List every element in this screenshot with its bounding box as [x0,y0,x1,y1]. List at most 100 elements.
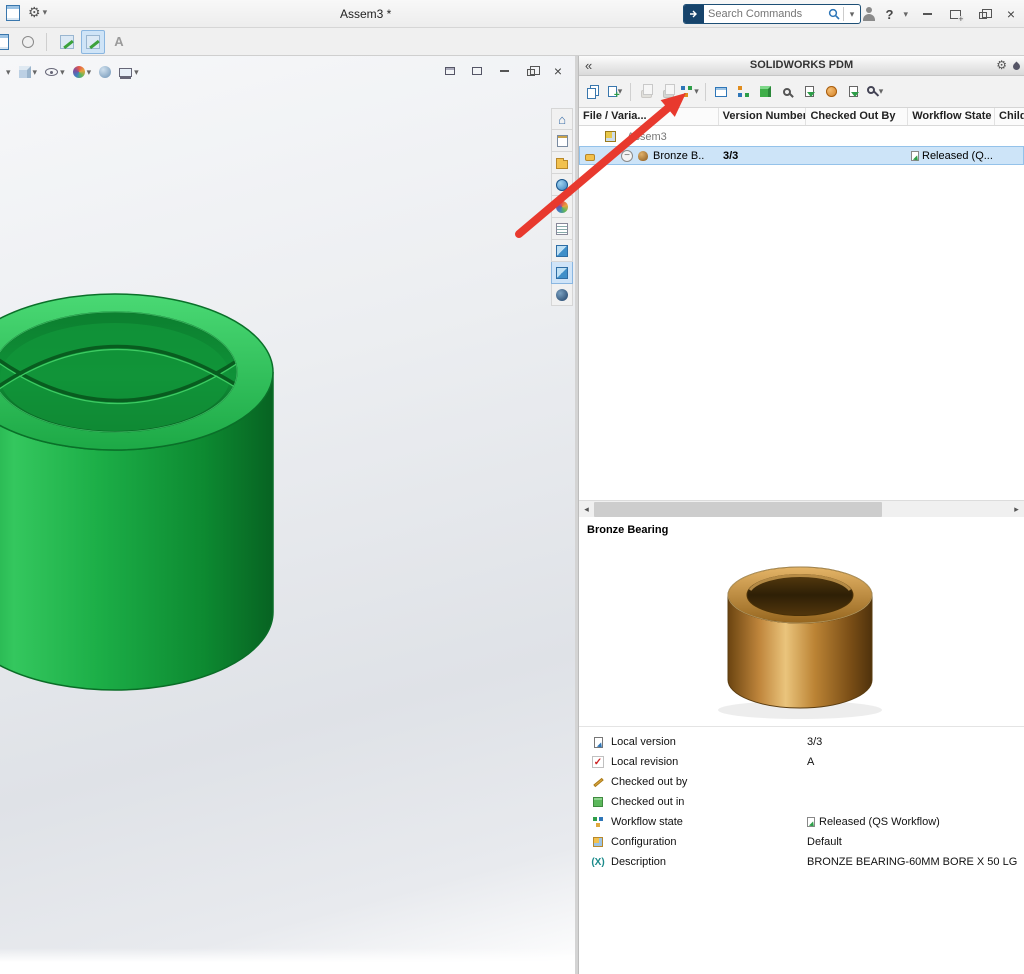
preview-button[interactable] [777,81,797,103]
detail-value: 3/3 [807,736,822,748]
pdm-options-gear-icon[interactable]: ⚙ [996,58,1007,72]
checked-out-in-icon [591,795,605,809]
model-green-bushing[interactable] [0,56,575,974]
active-sketch-tool-button[interactable] [81,30,105,54]
view-orientation-button[interactable]: ▾ [17,63,40,81]
horizontal-scrollbar[interactable]: ◂ ▸ [579,500,1024,517]
data-card-button[interactable] [711,81,731,103]
search-files-button[interactable]: ▾ [865,81,885,103]
sketch-icon [60,35,74,49]
tree-item-state: Released (Q... [911,150,993,162]
tree-row-assembly[interactable]: Assem3 [579,127,1024,146]
detail-label: Checked out by [611,776,801,788]
viewport-menu-dropdown[interactable]: ▾ [4,63,13,81]
workflow-state-value: Released (QS Workflow) [819,816,940,828]
clipped-tool-button[interactable] [0,30,14,54]
green-box-icon [593,797,603,807]
maximize-icon [472,67,482,75]
minimize-button[interactable] [918,5,936,23]
graphics-viewport[interactable]: ▾ ▾ ▾ ▾ ▾ × [0,56,575,974]
document-icon [0,34,9,50]
sketch-button[interactable] [55,30,79,54]
resources-icon [557,135,568,147]
detail-row-configuration: Configuration Default [579,833,1024,851]
preview-bronze-bearing [682,550,922,728]
viewport-window-controls: × [441,62,567,80]
tab-view-palette[interactable] [551,174,573,196]
get-version-button[interactable] [799,81,819,103]
doc-arrow-icon [594,737,603,748]
column-checked-out-by[interactable]: Checked Out By [806,108,908,125]
scroll-right-button[interactable]: ▸ [1009,501,1024,518]
minimize-icon [923,13,932,15]
add-file-button[interactable]: ▾ [605,81,625,103]
tab-home[interactable]: ⌂ [551,108,573,130]
change-state-button[interactable]: ▾ [680,81,700,103]
minimize-viewport-button[interactable] [495,62,513,80]
where-used-icon [738,86,742,90]
detail-row-checked-out-in: Checked out in [579,793,1024,811]
local-revision-icon: ✓ [591,755,605,769]
tab-file-explorer[interactable] [551,152,573,174]
search-commands-box[interactable]: ▾ [683,4,861,24]
forum-globe-icon [556,289,568,301]
description-icon: (X) [591,855,605,869]
part-icon [638,151,648,161]
edit-appearance-button[interactable]: ▾ [71,63,94,81]
chevron-down-icon: ▾ [43,7,48,18]
appearances-sphere-icon [556,201,568,213]
user-account-icon[interactable] [862,7,876,21]
scroll-left-button[interactable]: ◂ [579,501,594,518]
column-file[interactable]: File / Varia... [579,108,719,125]
where-used-button[interactable] [733,81,753,103]
help-menu[interactable]: ? [886,7,894,22]
apply-scene-button[interactable] [97,63,113,81]
main-area: ▾ ▾ ▾ ▾ ▾ × ⌂ « SOLIDW [0,56,1024,974]
instant-2d-button[interactable] [16,30,40,54]
tab-forum[interactable] [551,284,573,306]
close-button[interactable]: × [1002,5,1020,23]
close-viewport-button[interactable]: × [549,62,567,80]
restore-icon [527,69,535,76]
scrollbar-thumb[interactable] [594,502,882,517]
view-settings-button[interactable]: ▾ [117,63,141,81]
search-options-dropdown[interactable]: ▾ [844,9,860,20]
restore-viewport-button[interactable] [522,62,540,80]
search-scope-icon[interactable] [684,5,704,23]
contains-button[interactable] [755,81,775,103]
hide-show-items-button[interactable]: ▾ [43,63,67,81]
maximize-viewport-button[interactable] [468,62,486,80]
pdm-panel-title: SOLIDWORKS PDM [579,59,1024,71]
tab-custom-properties[interactable] [551,218,573,240]
configuration-icon [591,835,605,849]
restore-button[interactable] [974,5,992,23]
help-dropdown-icon[interactable]: ▾ [903,9,908,20]
document-title: Assem3 * [340,7,391,21]
detail-label: Local version [611,736,801,748]
tab-resources[interactable] [551,130,573,152]
annotation-button[interactable]: A [107,30,131,54]
float-window-button[interactable] [441,62,459,80]
column-version-number[interactable]: Version Number [719,108,807,125]
app-icon[interactable] [6,5,20,21]
tab-pdm-vault-view[interactable] [551,262,573,284]
copy-file-button[interactable] [583,81,603,103]
annotation-a-icon: A [114,34,123,49]
local-version-icon [591,735,605,749]
pin-icon[interactable] [1012,62,1022,72]
new-window-button[interactable] [946,5,964,23]
settings-menu[interactable]: ⚙ ▾ [28,4,47,21]
float-window-icon [445,67,455,75]
search-input[interactable] [704,8,825,20]
tab-appearances[interactable] [551,196,573,218]
search-icon[interactable] [825,8,843,20]
open-file-button[interactable] [843,81,863,103]
detail-label: Local revision [611,756,801,768]
column-workflow-state[interactable]: Workflow State [908,108,995,125]
collapse-node-icon[interactable]: − [621,150,633,162]
column-children[interactable]: Child... [995,108,1024,125]
config-box-icon [593,837,603,847]
web-view-button[interactable] [821,81,841,103]
tab-pdm-search[interactable] [551,240,573,262]
tree-row-bronze-bearing[interactable]: − Bronze B... 3/3 Released (Q... [579,146,1024,165]
